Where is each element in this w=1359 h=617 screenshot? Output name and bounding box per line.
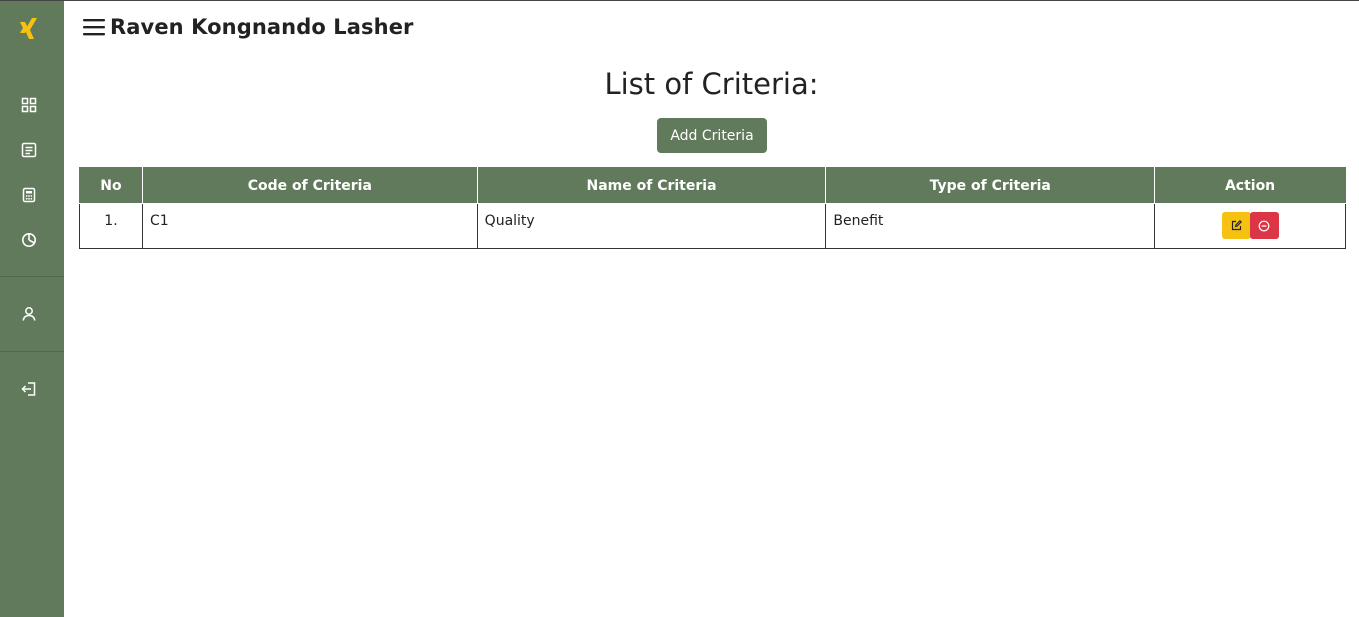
user-icon: [22, 307, 36, 321]
sidebar-divider: [0, 276, 64, 277]
table-row: 1. C1 Quality Benefit: [79, 203, 1346, 249]
document-list-icon: [21, 142, 37, 158]
minus-circle-icon: [1258, 220, 1270, 231]
cell-type: Benefit: [825, 203, 1156, 249]
sidebar-divider: [0, 351, 64, 352]
cell-action: [1154, 203, 1346, 249]
sidebar-item-logout[interactable]: [17, 377, 41, 401]
column-header-type: Type of Criteria: [825, 167, 1156, 204]
edit-icon: [1231, 220, 1242, 231]
pie-chart-icon: [22, 233, 36, 247]
menu-toggle-button[interactable]: [82, 15, 106, 39]
sidebar-item-calculator[interactable]: [17, 183, 41, 207]
calculator-icon: [22, 187, 36, 203]
dashboard-grid-icon: [21, 97, 37, 113]
column-header-action: Action: [1154, 167, 1346, 204]
column-header-name: Name of Criteria: [476, 167, 827, 204]
page-title: List of Criteria:: [604, 67, 819, 101]
table-header-row: No Code of Criteria Name of Criteria Typ…: [79, 167, 1346, 204]
column-header-code: Code of Criteria: [141, 167, 478, 204]
sidebar-item-dashboard[interactable]: [17, 93, 41, 117]
edit-button[interactable]: [1221, 212, 1251, 239]
cell-code: C1: [141, 203, 478, 249]
logout-icon: [21, 382, 36, 396]
logo-icon[interactable]: [17, 15, 41, 43]
sidebar-item-profile[interactable]: [17, 302, 41, 326]
cell-no: 1.: [79, 203, 143, 249]
user-name: Raven Kongnando Lasher: [110, 15, 414, 39]
cell-name: Quality: [476, 203, 827, 249]
criteria-table: No Code of Criteria Name of Criteria Typ…: [79, 167, 1346, 249]
delete-button[interactable]: [1249, 212, 1279, 239]
main-content: Raven Kongnando Lasher List of Criteria:…: [64, 1, 1359, 617]
sidebar-item-report[interactable]: [17, 228, 41, 252]
sidebar: [0, 1, 64, 617]
column-header-no: No: [79, 167, 143, 204]
add-criteria-button[interactable]: Add Criteria: [657, 118, 767, 153]
hamburger-menu-icon: [83, 19, 105, 36]
top-bar: Raven Kongnando Lasher: [82, 12, 414, 42]
sidebar-item-documents[interactable]: [17, 138, 41, 162]
